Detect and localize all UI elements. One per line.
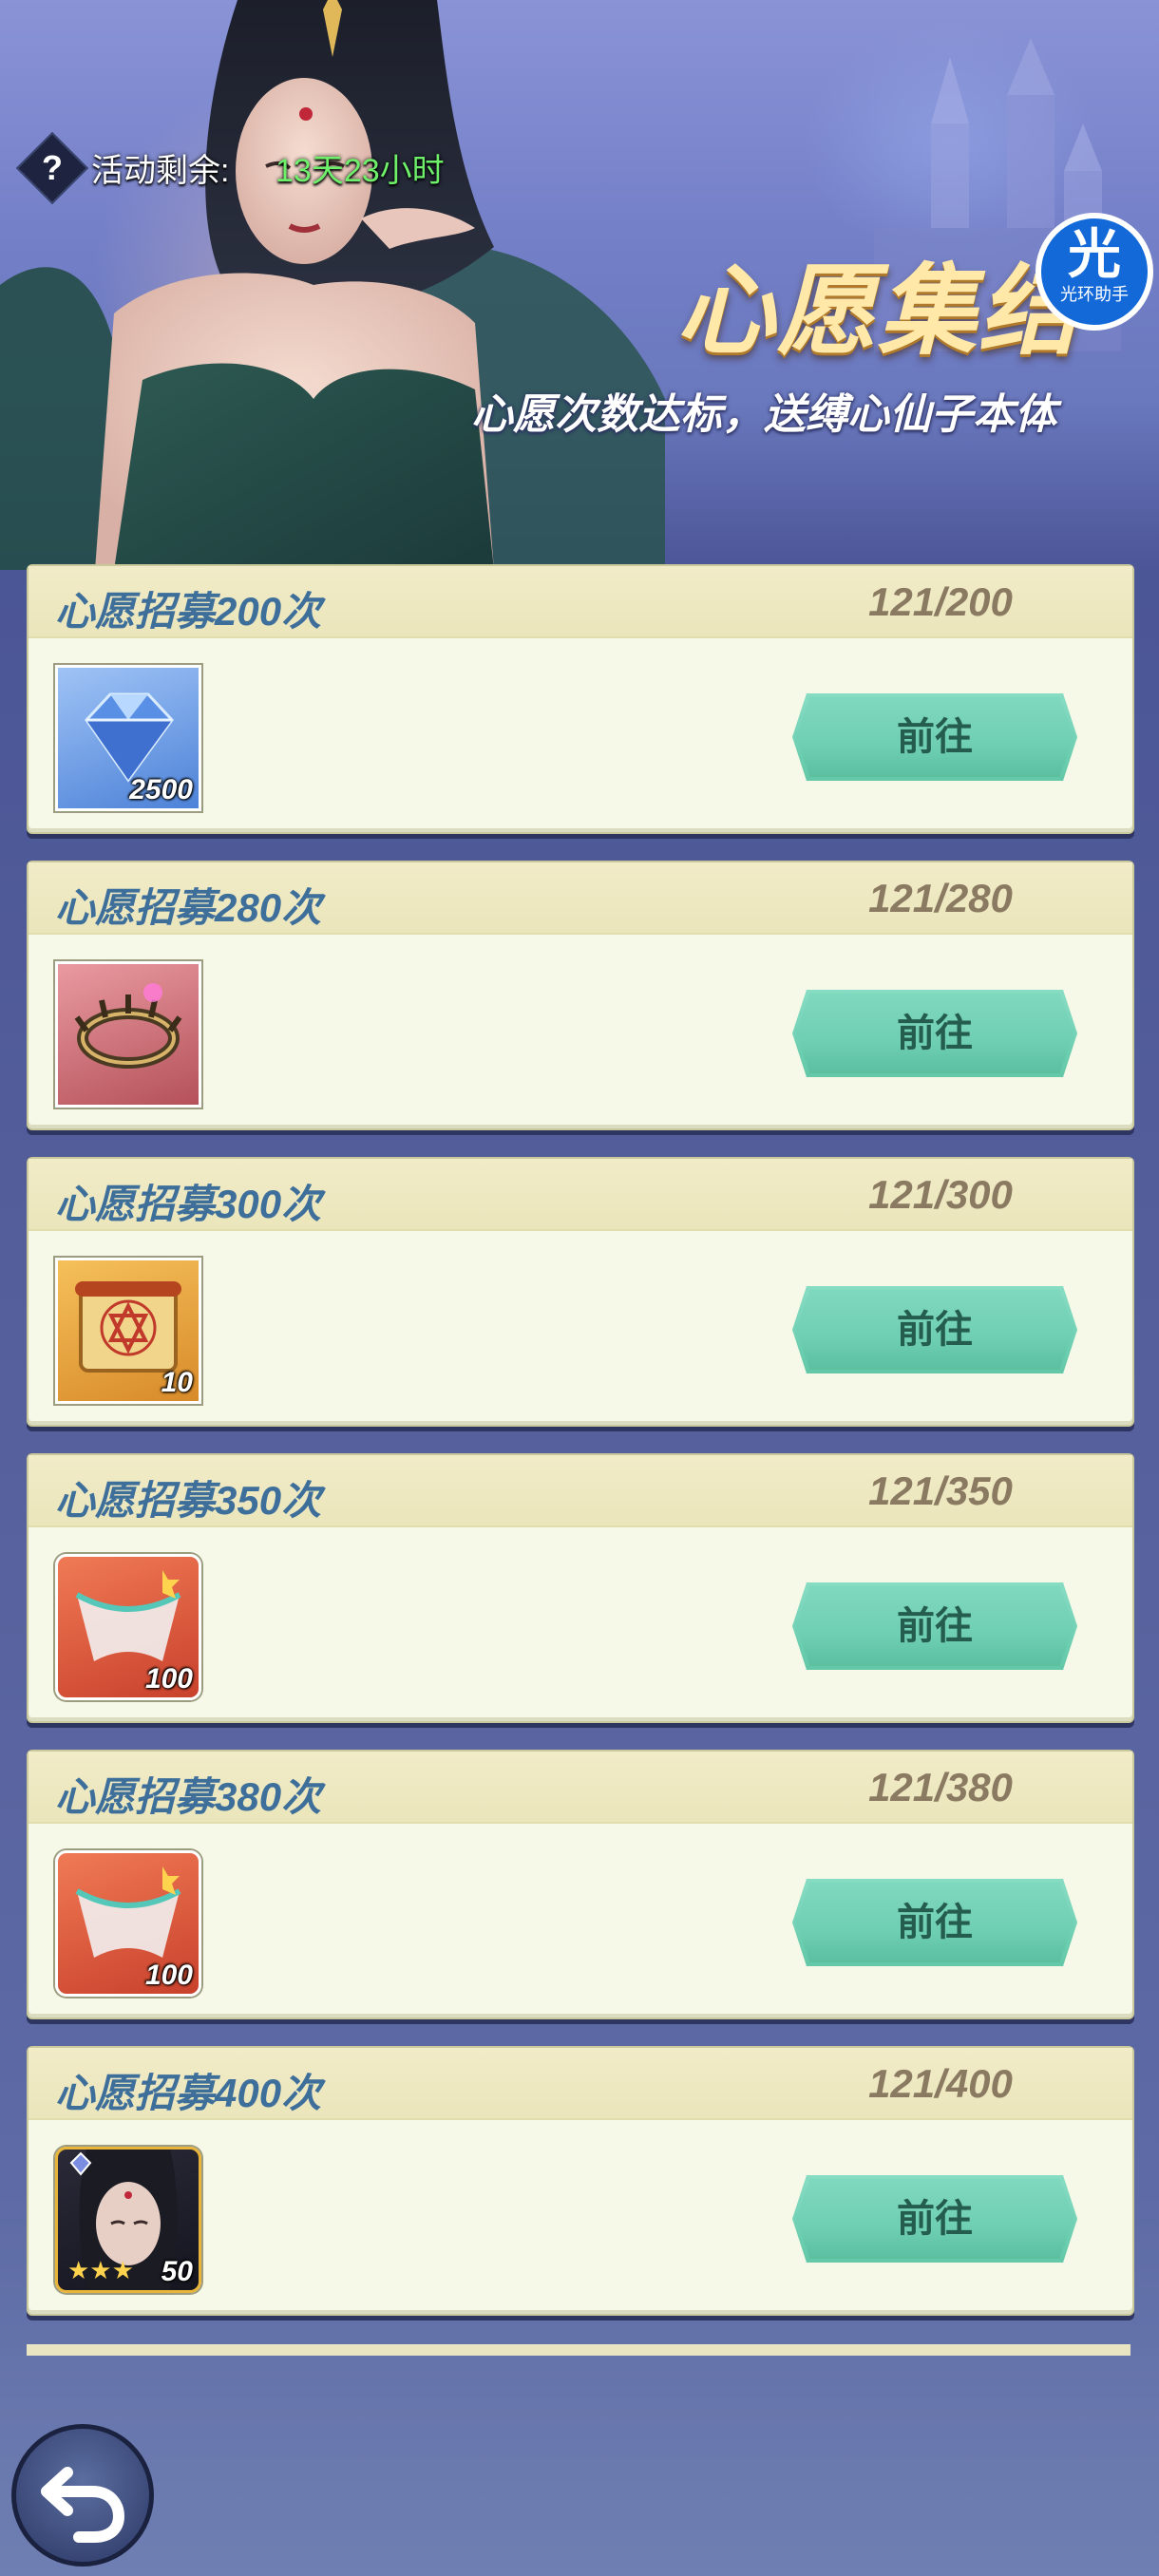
- task-card-header: 心愿招募300次 121/300: [28, 1159, 1132, 1231]
- hero-portrait-icon[interactable]: ★★★ 50: [55, 2147, 201, 2293]
- go-button-label: 前往: [897, 1902, 973, 1943]
- svg-text:★★★: ★★★: [67, 2256, 134, 2284]
- remaining-time-value: 13天23小时: [276, 153, 445, 189]
- halo-badge-label: 光环助手: [1060, 285, 1129, 304]
- go-button-label: 前往: [897, 2198, 973, 2240]
- event-title: 心愿集结: [676, 256, 1080, 367]
- diamond-icon[interactable]: 2500: [55, 665, 201, 811]
- halo-assistant-badge[interactable]: 光 光环助手: [1036, 213, 1153, 331]
- event-subtitle: 心愿次数达标，送缚心仙子本体: [471, 391, 1056, 438]
- scroll-icon[interactable]: 10: [55, 1258, 201, 1404]
- task-progress: 121/400: [868, 2061, 1013, 2106]
- go-button[interactable]: 前往: [792, 2175, 1077, 2263]
- task-card-header: 心愿招募280次 121/280: [28, 862, 1132, 935]
- task-title: 心愿招募200次: [55, 589, 322, 634]
- go-button-label: 前往: [897, 1605, 973, 1647]
- go-button[interactable]: 前往: [792, 1879, 1077, 1966]
- go-button[interactable]: 前往: [792, 1582, 1077, 1670]
- go-button-label: 前往: [897, 716, 973, 758]
- remaining-time-label: 活动剩余:: [91, 153, 230, 189]
- task-progress: 121/350: [868, 1468, 1013, 1513]
- hero-portrait-art: [0, 0, 665, 570]
- task-progress: 121/280: [868, 876, 1013, 920]
- task-title: 心愿招募380次: [55, 1774, 322, 1819]
- task-card-header: 心愿招募200次 121/200: [28, 566, 1132, 638]
- reward-count: 50: [161, 2256, 193, 2287]
- go-button-label: 前往: [897, 1309, 973, 1351]
- task-progress: 121/300: [868, 1172, 1013, 1217]
- task-title: 心愿招募300次: [55, 1182, 322, 1226]
- task-progress: 121/380: [868, 1765, 1013, 1809]
- next-card-edge: [27, 2344, 1130, 2356]
- halo-badge-glyph: 光: [1068, 224, 1121, 284]
- reward-count: 100: [144, 1663, 193, 1695]
- task-card-header: 心愿招募350次 121/350: [28, 1455, 1132, 1527]
- task-progress: 121/200: [868, 579, 1013, 624]
- reward-count: 100: [144, 1960, 193, 1991]
- go-button[interactable]: 前往: [792, 990, 1077, 1077]
- task-card: 心愿招募280次 121/280 前往: [27, 861, 1134, 1130]
- reward-count: 10: [161, 1367, 193, 1398]
- task-card-header: 心愿招募380次 121/380: [28, 1752, 1132, 1824]
- ribbon-shard-icon[interactable]: 100: [55, 1850, 201, 1997]
- task-title: 心愿招募280次: [55, 885, 322, 930]
- task-card: 心愿招募200次 121/200 2500 前往: [27, 564, 1134, 834]
- task-title: 心愿招募350次: [55, 1478, 322, 1523]
- task-title: 心愿招募400次: [55, 2071, 322, 2115]
- ribbon-shard-icon[interactable]: 100: [55, 1554, 201, 1700]
- back-button[interactable]: [11, 2424, 154, 2567]
- task-card: 心愿招募350次 121/350 100 前往: [27, 1453, 1134, 1723]
- task-card: 心愿招募300次 121/300 10 前往: [27, 1157, 1134, 1427]
- go-button-label: 前往: [897, 1013, 973, 1054]
- task-card-header: 心愿招募400次 121/400: [28, 2048, 1132, 2120]
- event-banner: ? 活动剩余: 13天23小时 心愿集结 心愿次数达标，送缚心仙子本体 光 光环…: [0, 0, 1159, 570]
- go-button[interactable]: 前往: [792, 1286, 1077, 1373]
- back-arrow-icon: [41, 2467, 125, 2543]
- task-card: 心愿招募380次 121/380 100 前往: [27, 1750, 1134, 2019]
- go-button[interactable]: 前往: [792, 693, 1077, 781]
- task-card: 心愿招募400次 121/400 ★★★ 50 前往: [27, 2046, 1134, 2316]
- reward-count: 2500: [129, 774, 193, 805]
- thorn-crown-icon[interactable]: [55, 961, 201, 1108]
